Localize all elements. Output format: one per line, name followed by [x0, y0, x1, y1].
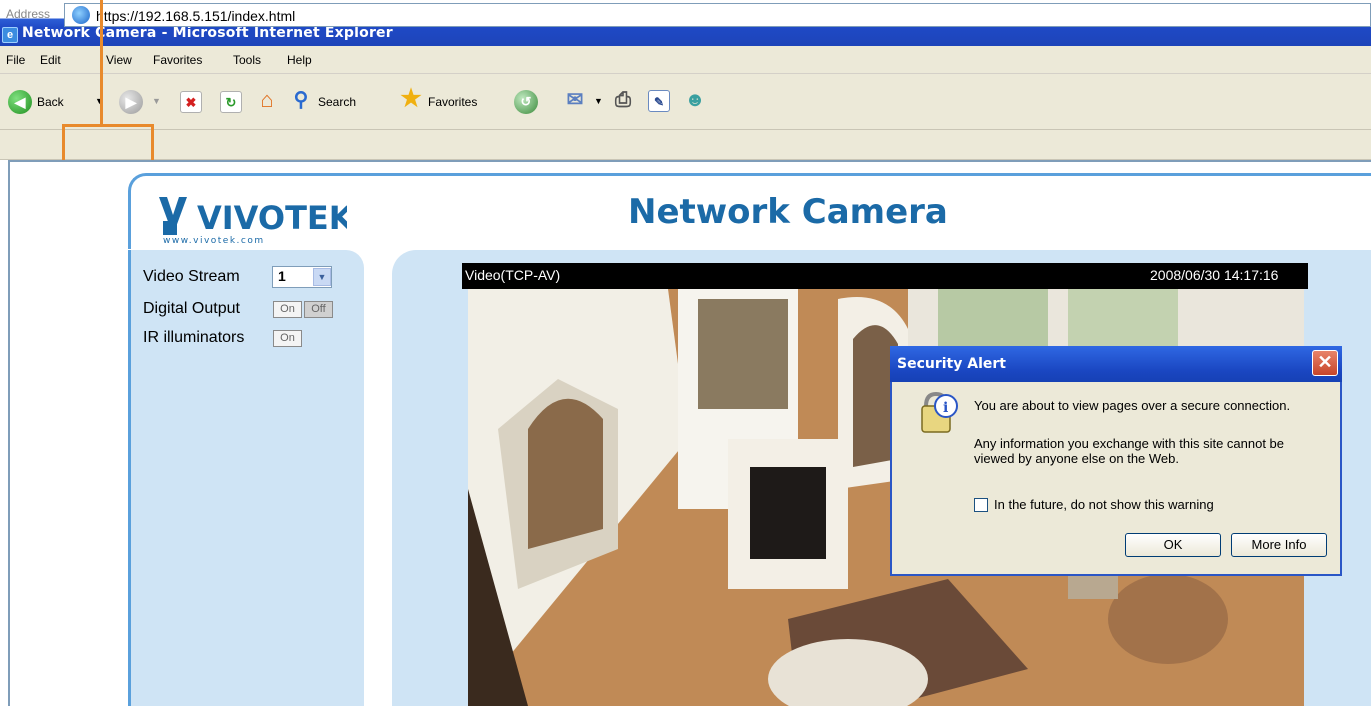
- toolbar: ◀ Back ▼ ▶ ▼ ✖ ↻ ⌂ ⚲ Search ★ Favorites …: [0, 74, 1371, 130]
- refresh-icon[interactable]: ↻: [220, 91, 242, 113]
- forward-dropdown-icon[interactable]: ▼: [152, 96, 161, 106]
- control-panel: [128, 250, 364, 706]
- video-timestamp: 2008/06/30 14:17:16: [1150, 267, 1279, 283]
- back-button[interactable]: Back: [37, 95, 64, 109]
- digital-output-label: Digital Output: [143, 300, 240, 317]
- messenger-icon[interactable]: ☻: [684, 89, 706, 111]
- window-title: Network Camera - Microsoft Internet Expl…: [22, 25, 393, 41]
- security-lock-info-icon: i: [921, 391, 958, 433]
- dialog-title: Security Alert: [897, 356, 1006, 372]
- video-stream-label: Video Stream: [143, 268, 240, 285]
- logo-text: VIVOTEK: [197, 199, 347, 237]
- mail-icon[interactable]: ✉: [564, 89, 586, 111]
- ir-on-button[interactable]: On: [273, 330, 302, 347]
- menu-view[interactable]: View: [106, 53, 132, 67]
- ok-button[interactable]: OK: [1125, 533, 1221, 557]
- menu-file[interactable]: File: [6, 53, 25, 67]
- svg-text:i: i: [943, 400, 948, 416]
- edit-icon[interactable]: ✎: [648, 90, 670, 112]
- dont-show-warning-label[interactable]: In the future, do not show this warning: [994, 497, 1214, 512]
- mail-dropdown-icon[interactable]: ▼: [594, 96, 603, 106]
- address-label: Address: [6, 7, 51, 21]
- dont-show-warning-checkbox[interactable]: [974, 498, 988, 512]
- home-icon[interactable]: ⌂: [256, 89, 278, 111]
- page-title: Network Camera: [628, 192, 948, 232]
- search-button[interactable]: Search: [318, 95, 356, 109]
- close-icon[interactable]: ✕: [1312, 350, 1338, 376]
- stop-icon[interactable]: ✖: [180, 91, 202, 113]
- dialog-message-2: Any information you exchange with this s…: [974, 436, 1285, 466]
- favorites-button[interactable]: Favorites: [428, 95, 477, 109]
- menu-tools[interactable]: Tools: [233, 53, 261, 67]
- print-icon[interactable]: ⎙: [612, 89, 634, 111]
- highlight-callout-line: [100, 0, 103, 126]
- menu-help[interactable]: Help: [287, 53, 312, 67]
- digital-output-off-button[interactable]: Off: [304, 301, 333, 318]
- menu-bar: File Edit View Favorites Tools Help: [0, 46, 1371, 74]
- dialog-message-1: You are about to view pages over a secur…: [974, 398, 1291, 413]
- forward-icon[interactable]: ▶: [119, 90, 143, 114]
- ir-illuminators-label: IR illuminators: [143, 329, 245, 346]
- logo-subtext: www.vivotek.com: [163, 236, 265, 245]
- back-icon[interactable]: ◀: [8, 90, 32, 114]
- address-bar: [0, 130, 1371, 160]
- search-icon[interactable]: ⚲: [290, 89, 312, 111]
- video-stream-value: 1: [278, 268, 286, 284]
- video-label: Video(TCP-AV): [465, 267, 561, 283]
- page-icon: [72, 6, 90, 24]
- vivotek-logo: VIVOTEK www.vivotek.com: [159, 197, 347, 245]
- favorites-icon[interactable]: ★: [400, 87, 422, 111]
- ie-icon: e: [2, 27, 18, 43]
- address-url[interactable]: https://192.168.5.151/index.html: [96, 8, 295, 24]
- menu-edit[interactable]: Edit: [40, 53, 61, 67]
- chevron-down-icon[interactable]: ▼: [313, 268, 331, 286]
- menu-favorites[interactable]: Favorites: [153, 53, 202, 67]
- more-info-button[interactable]: More Info: [1231, 533, 1327, 557]
- history-icon[interactable]: ↺: [514, 90, 538, 114]
- digital-output-on-button[interactable]: On: [273, 301, 302, 318]
